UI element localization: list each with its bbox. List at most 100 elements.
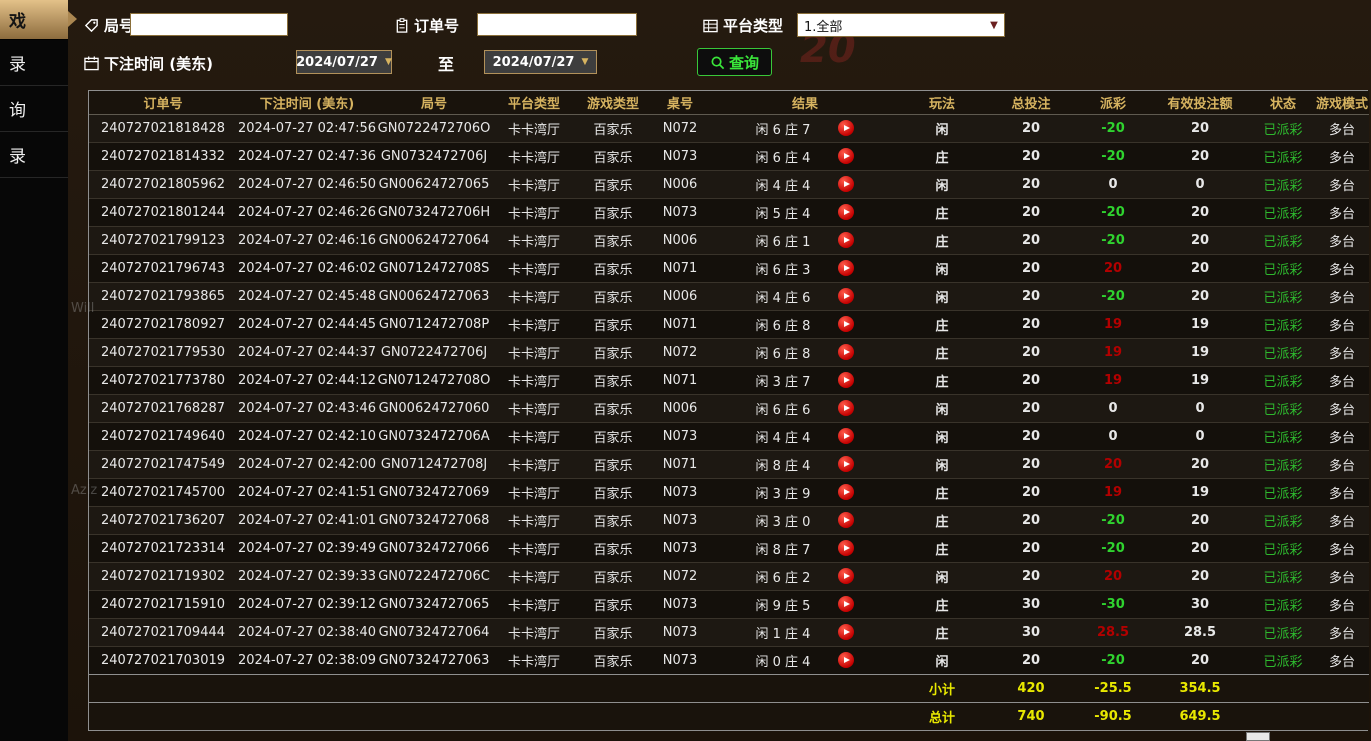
cell-game-type: 百家乐	[577, 254, 649, 282]
cell-table-no: N006	[649, 226, 711, 254]
cell-total-bet: 20	[985, 310, 1077, 338]
cell-play-type: 闲	[899, 450, 985, 478]
cell-round-id: GN07324727068	[377, 506, 491, 534]
pagination-control[interactable]	[1246, 732, 1270, 741]
cell-valid-bet: 20	[1149, 226, 1251, 254]
sidebar-item-label: 录	[9, 142, 26, 167]
cell-payout: -20	[1077, 282, 1149, 310]
cell-game-mode: 多台	[1315, 534, 1369, 562]
cell-play-type: 庄	[899, 478, 985, 506]
play-video-icon[interactable]	[838, 652, 854, 668]
cell-status: 已派彩	[1251, 646, 1315, 674]
cell-valid-bet: 20	[1149, 198, 1251, 226]
cell-status: 已派彩	[1251, 478, 1315, 506]
play-video-icon[interactable]	[838, 624, 854, 640]
cell-game-mode: 多台	[1315, 618, 1369, 646]
cell-game-mode: 多台	[1315, 198, 1369, 226]
cell-bet-time: 2024-07-27 02:46:16	[237, 226, 377, 254]
platform-type-select[interactable]: 1.全部 ▼	[797, 13, 1005, 37]
cell-valid-bet: 20	[1149, 562, 1251, 590]
cell-total-bet: 30	[985, 590, 1077, 618]
cell-result: 闲 3 庄 7	[711, 366, 899, 394]
tag-icon	[84, 18, 99, 33]
play-video-icon[interactable]	[838, 540, 854, 556]
date-range-to-label: 至	[438, 51, 454, 75]
play-video-icon[interactable]	[838, 344, 854, 360]
play-video-icon[interactable]	[838, 372, 854, 388]
cell-payout: -30	[1077, 590, 1149, 618]
platform-type-selected-value: 1.全部	[798, 16, 984, 35]
play-video-icon[interactable]	[838, 428, 854, 444]
result-text: 闲 8 庄 4	[756, 455, 811, 474]
date-from-select[interactable]: 2024/07/27 ▼	[296, 50, 392, 74]
cell-play-type: 闲	[899, 646, 985, 674]
round-number-input[interactable]	[130, 13, 288, 36]
play-video-icon[interactable]	[838, 232, 854, 248]
cell-play-type: 闲	[899, 422, 985, 450]
play-video-icon[interactable]	[838, 288, 854, 304]
play-video-icon[interactable]	[838, 568, 854, 584]
cell-result: 闲 6 庄 4	[711, 142, 899, 170]
play-video-icon[interactable]	[838, 400, 854, 416]
play-video-icon[interactable]	[838, 596, 854, 612]
date-to-select[interactable]: 2024/07/27 ▼	[484, 50, 597, 74]
cell-payout: -20	[1077, 226, 1149, 254]
cell-bet-time: 2024-07-27 02:42:00	[237, 450, 377, 478]
cell-play-type: 闲	[899, 394, 985, 422]
cell-result: 闲 1 庄 4	[711, 618, 899, 646]
play-video-icon[interactable]	[838, 260, 854, 276]
sidebar-item-game[interactable]: 戏	[0, 0, 68, 40]
cell-play-type: 庄	[899, 534, 985, 562]
play-video-icon[interactable]	[838, 316, 854, 332]
subtotal-total-bet: 420	[985, 674, 1077, 702]
cell-bet-time: 2024-07-27 02:47:56	[237, 114, 377, 142]
cell-order-id: 240727021814332	[89, 142, 237, 170]
cell-game-type: 百家乐	[577, 226, 649, 254]
sidebar-item-record-1[interactable]: 录	[0, 40, 68, 86]
play-video-icon[interactable]	[838, 484, 854, 500]
header-bet-time: 下注时间 (美东)	[237, 91, 377, 114]
cell-total-bet: 20	[985, 478, 1077, 506]
cell-play-type: 闲	[899, 170, 985, 198]
cell-platform: 卡卡湾厅	[491, 142, 577, 170]
cell-table-no: N071	[649, 366, 711, 394]
query-button[interactable]: 查询	[697, 48, 772, 76]
cell-platform: 卡卡湾厅	[491, 310, 577, 338]
cell-result: 闲 9 庄 5	[711, 590, 899, 618]
cell-order-id: 240727021703019	[89, 646, 237, 674]
play-video-icon[interactable]	[838, 148, 854, 164]
cell-bet-time: 2024-07-27 02:43:46	[237, 394, 377, 422]
sidebar-item-query[interactable]: 询	[0, 86, 68, 132]
play-video-icon[interactable]	[838, 204, 854, 220]
cell-order-id: 240727021793865	[89, 282, 237, 310]
betting-records-page: 20 Will Aziz 戏 录 询 录 局号 订单号 平台类型	[0, 0, 1371, 741]
total-label: 总计	[899, 702, 985, 730]
cell-valid-bet: 20	[1149, 534, 1251, 562]
play-video-icon[interactable]	[838, 120, 854, 136]
sidebar-item-record-2[interactable]: 录	[0, 132, 68, 178]
cell-table-no: N006	[649, 282, 711, 310]
cell-payout: -20	[1077, 114, 1149, 142]
cell-table-no: N006	[649, 394, 711, 422]
cell-round-id: GN07324727065	[377, 590, 491, 618]
cell-platform: 卡卡湾厅	[491, 618, 577, 646]
cell-game-type: 百家乐	[577, 338, 649, 366]
cell-bet-time: 2024-07-27 02:39:12	[237, 590, 377, 618]
cell-table-no: N073	[649, 198, 711, 226]
cell-platform: 卡卡湾厅	[491, 450, 577, 478]
cell-bet-time: 2024-07-27 02:46:50	[237, 170, 377, 198]
play-video-icon[interactable]	[838, 456, 854, 472]
order-number-input[interactable]	[477, 13, 637, 36]
cell-round-id: GN00624727064	[377, 226, 491, 254]
cell-result: 闲 6 庄 8	[711, 338, 899, 366]
play-video-icon[interactable]	[838, 176, 854, 192]
cell-order-id: 240727021779530	[89, 338, 237, 366]
cell-platform: 卡卡湾厅	[491, 338, 577, 366]
search-icon	[710, 55, 725, 70]
round-number-label: 局号	[84, 15, 134, 36]
cell-game-type: 百家乐	[577, 478, 649, 506]
cell-table-no: N071	[649, 310, 711, 338]
table-row: 240727021703019 2024-07-27 02:38:09 GN07…	[89, 646, 1369, 674]
play-video-icon[interactable]	[838, 512, 854, 528]
cell-valid-bet: 20	[1149, 114, 1251, 142]
